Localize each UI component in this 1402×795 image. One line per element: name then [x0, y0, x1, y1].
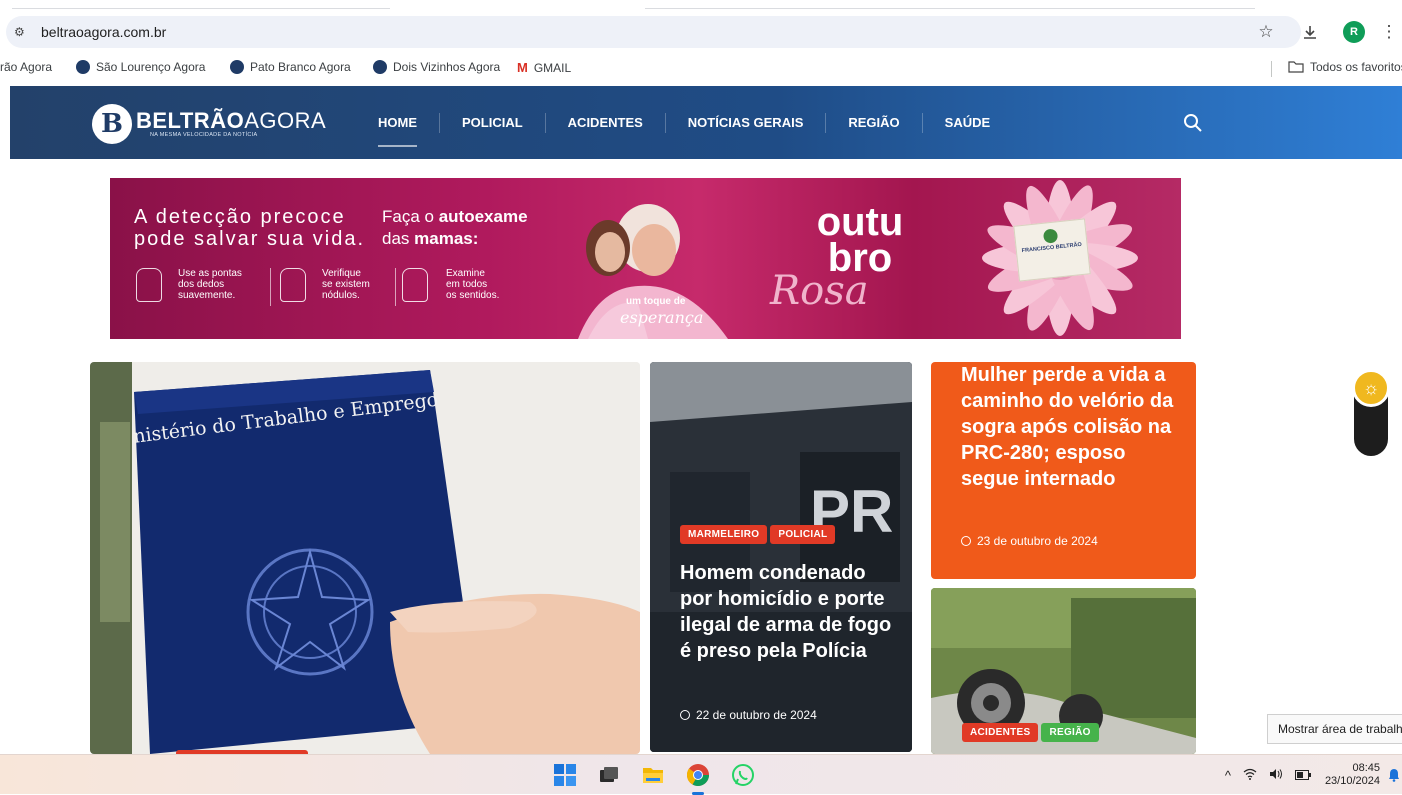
campaign-title: outu bro [816, 200, 904, 280]
municipal-crest-icon [1042, 228, 1059, 244]
system-tray: ^ 08:45 23/10/2024 [1219, 755, 1402, 795]
windows-start-icon[interactable] [553, 763, 577, 787]
taskbar-clock[interactable]: 08:45 23/10/2024 [1325, 762, 1380, 788]
tag-regiao[interactable]: REGIÃO [1041, 723, 1099, 742]
featured-news-card[interactable]: nistério do Trabalho e Emprego [90, 362, 640, 754]
tag-policial[interactable]: POLICIAL [770, 525, 836, 544]
tab-strip [0, 0, 1402, 10]
bookmark-beltrao-agora[interactable]: rão Agora [0, 60, 52, 74]
tag-marmeleiro[interactable]: MARMELEIRO [680, 525, 768, 544]
volume-icon[interactable] [1269, 768, 1283, 783]
site-logo[interactable]: B BELTRÃOAGORA NA MESMA VELOCIDADE DA NO… [92, 104, 326, 144]
url-text[interactable]: beltraoagora.com.br [41, 24, 166, 40]
bookmark-gmail[interactable]: M GMAIL [517, 60, 571, 75]
police-car-photo: PR [650, 362, 912, 752]
bookmark-dois-vizinhos[interactable]: Dois Vizinhos Agora [373, 60, 500, 74]
windows-taskbar: ^ 08:45 23/10/2024 [0, 754, 1402, 795]
folder-icon [1288, 61, 1304, 73]
gmail-icon: M [517, 60, 528, 75]
bookmarks-bar: rão Agora São Lourenço Agora Pato Branco… [0, 56, 1402, 80]
hand-icon [136, 268, 162, 302]
sun-icon[interactable]: ☼ [1352, 369, 1390, 407]
card-tags: ACIDENTES REGIÃO [962, 722, 1102, 742]
banner-tip: Use as pontas dos dedos suavemente. [178, 268, 242, 301]
banner-cta: Faça o autoexame das mamas: [382, 207, 528, 248]
news-card-acidente[interactable]: ACIDENTES REGIÃO [931, 588, 1196, 754]
main-nav: HOME POLICIAL ACIDENTES NOTÍCIAS GERAIS … [356, 86, 1012, 159]
wifi-icon[interactable] [1243, 768, 1257, 783]
site-header: B BELTRÃOAGORA NA MESMA VELOCIDADE DA NO… [10, 86, 1402, 159]
nav-policial[interactable]: POLICIAL [439, 112, 545, 133]
banner-headline: A detecção precoce pode salvar sua vida. [134, 206, 366, 250]
all-bookmarks-button[interactable]: Todos os favoritos [1288, 60, 1402, 74]
profile-avatar[interactable]: R [1332, 18, 1376, 46]
search-icon[interactable] [1182, 112, 1204, 134]
clock-icon [961, 536, 971, 546]
banner-slogan-script: esperança [620, 308, 704, 327]
address-bar[interactable]: ⚙ beltraoagora.com.br [6, 16, 1301, 48]
card-title[interactable]: Homem condenado por homicídio e porte il… [680, 560, 900, 664]
bookmark-pato-branco[interactable]: Pato Branco Agora [230, 60, 351, 74]
notification-bell-icon[interactable] [1388, 768, 1400, 782]
browser-chrome: ⚙ beltraoagora.com.br ☆ R ⋮ rão Agora Sã… [0, 0, 1402, 86]
card-tags: MARMELEIRO POLICIAL [680, 524, 838, 544]
site-favicon-icon [76, 60, 90, 74]
nav-saude[interactable]: SAÚDE [921, 112, 1013, 133]
site-favicon-icon [230, 60, 244, 74]
clock-icon [680, 710, 690, 720]
card-date: 22 de outubro de 2024 [680, 708, 817, 722]
site-info-icon[interactable]: ⚙ [14, 25, 30, 39]
banner-tip: Verifique se existem nódulos. [322, 268, 370, 301]
task-view-icon[interactable] [597, 763, 621, 787]
breast-check-icon [280, 268, 306, 302]
chevron-up-icon[interactable]: ^ [1225, 768, 1231, 783]
file-explorer-icon[interactable] [641, 763, 665, 787]
nav-home[interactable]: HOME [356, 113, 439, 147]
chrome-icon[interactable] [686, 763, 710, 787]
card-date: 23 de outubro de 2024 [961, 534, 1098, 548]
outubro-rosa-banner[interactable]: A detecção precoce pode salvar sua vida.… [110, 178, 1181, 339]
news-card-policial[interactable]: PR MARMELEIRO POLICIAL Homem condenado po… [650, 362, 912, 752]
nav-regiao[interactable]: REGIÃO [825, 112, 921, 133]
news-card-highlight[interactable]: Mulher perde a vida a caminho do velório… [931, 362, 1196, 579]
tag-acidentes[interactable]: ACIDENTES [962, 723, 1039, 742]
breast-exam-icon [402, 268, 428, 302]
battery-icon[interactable] [1294, 768, 1311, 783]
card-title[interactable]: Mulher perde a vida a caminho do velório… [961, 362, 1181, 492]
browser-menu-icon[interactable]: ⋮ [1376, 18, 1402, 46]
site-favicon-icon [373, 60, 387, 74]
download-icon[interactable] [1288, 18, 1332, 46]
whatsapp-icon[interactable] [731, 763, 755, 787]
banner-tip: Examine em todos os sentidos. [446, 268, 500, 301]
campaign-script: Rosa [770, 268, 869, 314]
show-desktop-tooltip: Mostrar área de trabalho [1267, 714, 1402, 744]
browser-toolbar-icons: ☆ R ⋮ [1244, 18, 1402, 46]
bookmark-star-icon[interactable]: ☆ [1244, 18, 1288, 46]
logo-mark-icon: B [92, 104, 132, 144]
nav-noticias-gerais[interactable]: NOTÍCIAS GERAIS [664, 112, 826, 133]
prefeitura-stamp: FRANCISCO BELTRÃO [1013, 218, 1091, 282]
banner-slogan: um toque de [626, 296, 686, 307]
nav-acidentes[interactable]: ACIDENTES [544, 112, 665, 133]
bookmark-sao-lourenco[interactable]: São Lourenço Agora [76, 60, 205, 74]
